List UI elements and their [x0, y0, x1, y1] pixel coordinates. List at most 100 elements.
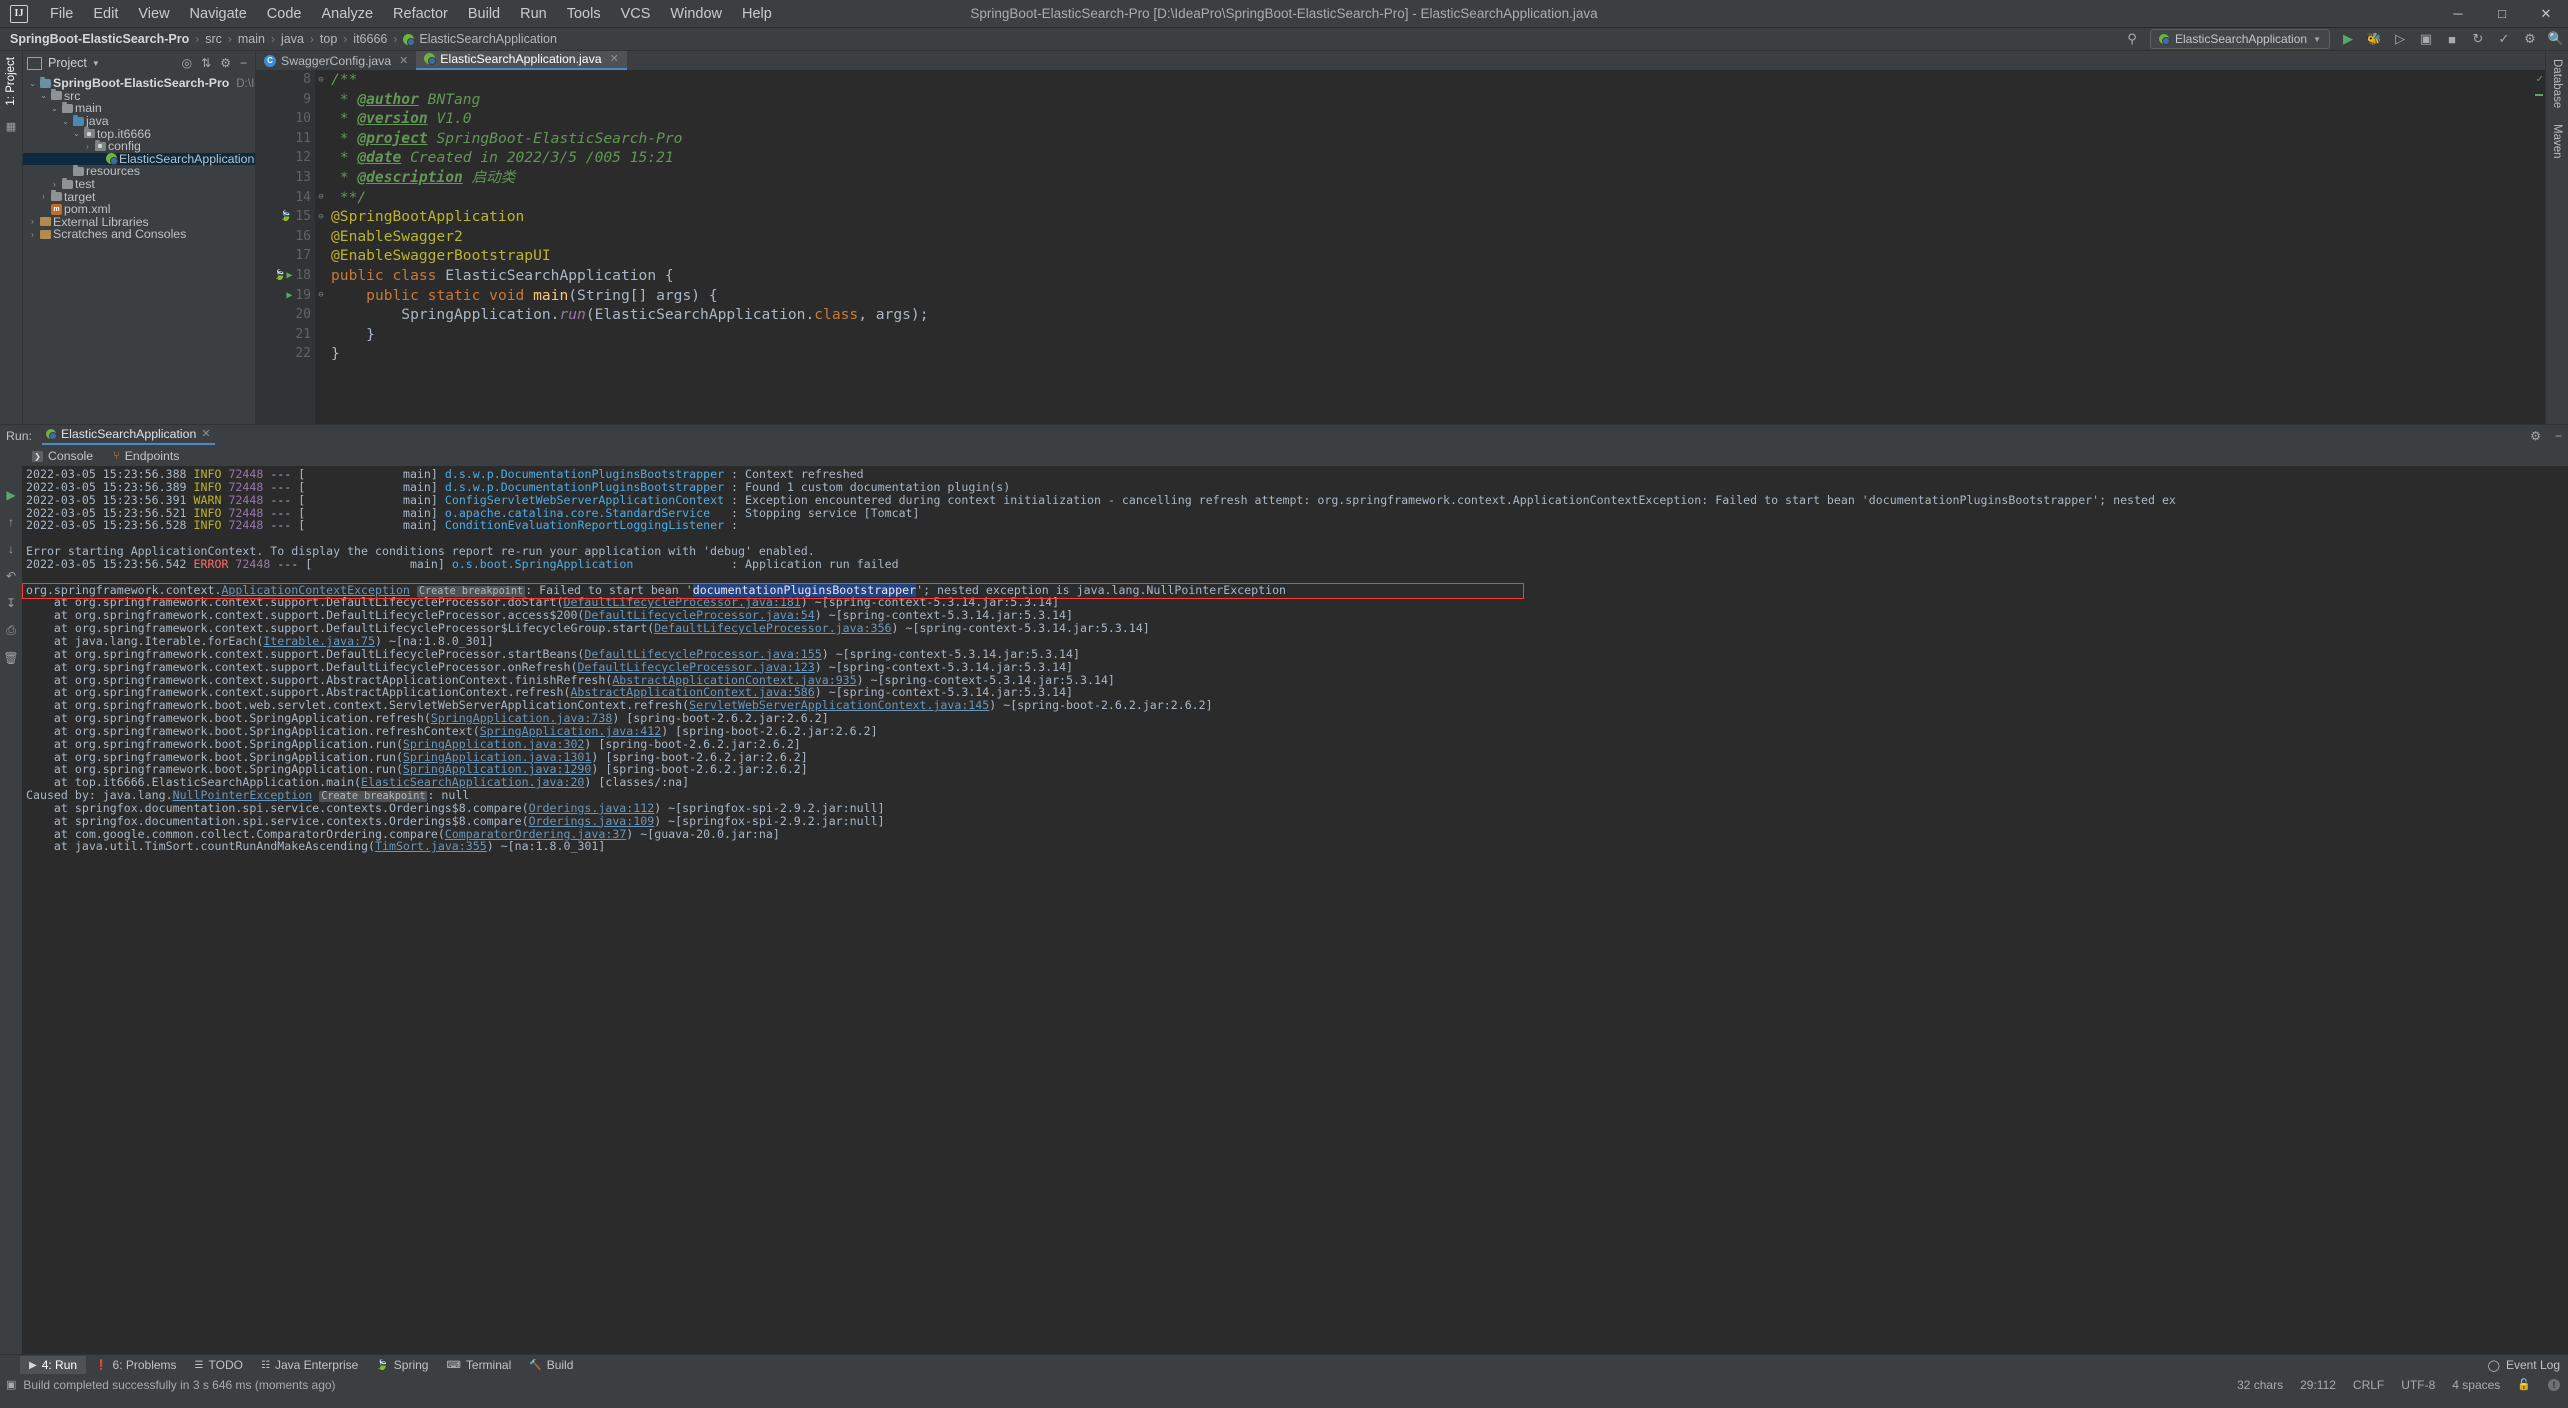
navbar-actions[interactable]: ⚲ ElasticSearchApplication ▼ ▶ 🐝 ▷ ▣ ■ ↻… — [2124, 29, 2564, 49]
toolwindow-6-problems[interactable]: ❗ 6: Problems — [86, 1356, 185, 1374]
window-controls[interactable]: ─ □ ✕ — [2436, 0, 2568, 27]
console-actions-rail[interactable]: ▶ ↑ ↓ ↶ ↧ ⎙ 🗑 — [0, 466, 22, 1354]
code-line-19[interactable]: public static void main(String[] args) { — [331, 286, 2532, 306]
stacktrace-source-link[interactable]: DefaultLifecycleProcessor.java:123 — [577, 660, 814, 674]
tree-item-resources[interactable]: resources — [23, 164, 255, 178]
tool-window-bar[interactable]: ▶ 4: Run ❗ 6: Problems ☰ TODO ☷ Java Enterprise… — [0, 1354, 2568, 1375]
toolwindow-4-run[interactable]: ▶ 4: Run — [20, 1356, 87, 1374]
menu-item-tools[interactable]: Tools — [557, 3, 611, 25]
toolwindow-todo[interactable]: ☰ TODO — [186, 1356, 252, 1374]
menu-item-run[interactable]: Run — [510, 3, 557, 25]
gutter-line-16[interactable]: 16 — [256, 227, 315, 247]
scroll-up-icon[interactable]: ↑ — [8, 515, 14, 529]
chevron-down-icon[interactable]: ⌄ — [49, 104, 60, 113]
stacktrace-source-link[interactable]: DefaultLifecycleProcessor.java:356 — [654, 621, 891, 635]
menu-item-refactor[interactable]: Refactor — [383, 3, 458, 25]
code-line-13[interactable]: * @description 启动类 — [331, 168, 2532, 188]
code-editor[interactable]: 8 9 10 11 12 13 14 🍃 15 16 17 🍃▶ 18 ▶ 19 20 21 22 ⊖ ⊖ ⊖ ⊖ /*… — [256, 70, 2545, 424]
tree-item-elasticsearchapplication[interactable]: ElasticSearchApplication — [23, 152, 255, 166]
code-line-20[interactable]: SpringApplication.run(ElasticSearchAppli… — [331, 305, 2532, 325]
console-scrollbar[interactable] — [2555, 466, 2568, 1354]
close-icon[interactable]: ✕ — [610, 52, 619, 65]
toolwindow-terminal[interactable]: ⌨ Terminal — [437, 1356, 520, 1374]
code-line-22[interactable]: } — [331, 344, 2532, 364]
console-subtab-console[interactable]: ❯ Console — [22, 449, 103, 463]
chevron-down-icon[interactable]: ⌄ — [71, 129, 82, 138]
indent-setting[interactable]: 4 spaces — [2452, 1378, 2500, 1392]
main-menu-bar[interactable]: File Edit View Navigate Code Analyze Refactor B… — [40, 3, 782, 25]
gutter-line-9[interactable]: 9 — [256, 90, 315, 110]
toolwindow-spring[interactable]: 🍃 Spring — [367, 1356, 437, 1374]
tree-item-top-it6666[interactable]: ⌄ top.it6666 — [23, 127, 255, 141]
tree-item-springboot-elasticsearch-pro[interactable]: ⌄SpringBoot-ElasticSearch-ProD:\IdeaPro\… — [23, 76, 255, 90]
tree-item-external-libraries[interactable]: › External Libraries — [23, 215, 255, 229]
chevron-down-icon[interactable]: ⌄ — [38, 91, 49, 100]
hide-panel-icon[interactable]: − — [240, 56, 247, 70]
breadcrumb-item-java[interactable]: java — [281, 32, 304, 46]
run-tab[interactable]: ElasticSearchApplication ✕ — [41, 427, 215, 445]
gutter-line-10[interactable]: 10 — [256, 109, 315, 129]
gutter-line-18[interactable]: 🍃▶ 18 — [256, 266, 315, 286]
run-class-icon[interactable]: 🍃▶ — [274, 266, 292, 286]
gutter-line-14[interactable]: 14 — [256, 188, 315, 208]
menu-item-analyze[interactable]: Analyze — [311, 3, 383, 25]
code-line-17[interactable]: @EnableSwaggerBootstrapUI — [331, 246, 2532, 266]
stacktrace-source-link[interactable]: ElasticSearchApplication.java:20 — [361, 775, 584, 789]
run-button[interactable]: ▶ — [2340, 31, 2356, 47]
tree-item-config[interactable]: › config — [23, 139, 255, 153]
editor-gutter[interactable]: 8 9 10 11 12 13 14 🍃 15 16 17 🍃▶ 18 ▶ 19 20 21 22 — [256, 70, 315, 424]
gear-icon[interactable]: ⚙ — [2522, 31, 2538, 47]
breadcrumb-item-elasticsearchapplication[interactable]: ElasticSearchApplication — [403, 32, 557, 46]
gutter-line-19[interactable]: ▶ 19 — [256, 286, 315, 306]
toolwindow-build[interactable]: 🔨 Build — [520, 1356, 582, 1374]
breadcrumb[interactable]: SpringBoot-ElasticSearch-Pro › src › main › ja… — [10, 32, 557, 46]
close-icon[interactable]: ✕ — [201, 427, 210, 440]
close-icon[interactable]: ✕ — [399, 54, 408, 67]
tree-item-target[interactable]: › target — [23, 190, 255, 204]
fold-toggle-icon[interactable]: ⊖ — [315, 286, 327, 306]
editor-tab-bar[interactable]: C SwaggerConfig.java ✕ ElasticSearchApplica… — [256, 49, 2545, 70]
exception-class-link[interactable]: NullPointerException — [173, 788, 313, 802]
code-line-18[interactable]: public class ElasticSearchApplication { — [331, 266, 2532, 286]
debug-button[interactable]: 🐝 — [2366, 31, 2382, 47]
notification-icon[interactable]: ! — [2548, 1378, 2560, 1391]
rail-item-maven[interactable]: Maven — [2551, 124, 2563, 159]
file-encoding[interactable]: UTF-8 — [2401, 1378, 2435, 1392]
breadcrumb-item-it6666[interactable]: it6666 — [353, 32, 387, 46]
gutter-line-17[interactable]: 17 — [256, 246, 315, 266]
line-separator[interactable]: CRLF — [2353, 1378, 2384, 1392]
trash-icon[interactable]: 🗑 — [3, 651, 18, 665]
chevron-right-icon[interactable]: › — [27, 230, 38, 239]
tree-item-pom-xml[interactable]: m pom.xml — [23, 202, 255, 216]
event-log-button[interactable]: ◯ Event Log — [2488, 1358, 2560, 1372]
menu-item-help[interactable]: Help — [732, 3, 782, 25]
tool-window-items[interactable]: ▶ 4: Run ❗ 6: Problems ☰ TODO ☷ Java Enterprise… — [20, 1356, 582, 1374]
chevron-down-icon[interactable]: ▼ — [2313, 35, 2321, 44]
unlocked-icon[interactable]: 🔓 — [2517, 1378, 2531, 1391]
breadcrumb-item-top[interactable]: top — [320, 32, 337, 46]
gutter-line-11[interactable]: 11 — [256, 129, 315, 149]
chevron-down-icon[interactable]: ▼ — [92, 59, 100, 68]
fold-column[interactable]: ⊖ ⊖ ⊖ ⊖ — [315, 70, 327, 424]
tree-item-test[interactable]: › test — [23, 177, 255, 191]
editor-tab-swaggerconfig-java[interactable]: C SwaggerConfig.java ✕ — [256, 51, 416, 70]
code-line-21[interactable]: } — [331, 325, 2532, 345]
breadcrumb-item-main[interactable]: main — [238, 32, 265, 46]
profile-button[interactable]: ▣ — [2418, 31, 2434, 47]
gutter-line-15[interactable]: 🍃 15 — [256, 207, 315, 227]
gutter-line-13[interactable]: 13 — [256, 168, 315, 188]
code-line-12[interactable]: * @date Created in 2022/3/5 /005 15:21 — [331, 148, 2532, 168]
exception-class-link[interactable]: ApplicationContextException — [221, 583, 409, 597]
commit-icon[interactable]: ✓ — [2496, 31, 2512, 47]
scroll-to-end-icon[interactable]: ↧ — [6, 596, 16, 610]
gear-icon[interactable]: ⚙ — [2530, 429, 2541, 443]
left-tool-rail[interactable]: 1: Project ▦ — [0, 51, 23, 424]
code-line-9[interactable]: * @author BNTang — [331, 90, 2532, 110]
console-output[interactable]: 2022-03-05 15:23:56.388 INFO 72448 --- [… — [22, 466, 2555, 1354]
create-breakpoint-button[interactable]: Create breakpoint — [416, 585, 526, 597]
chevron-right-icon[interactable]: › — [38, 192, 49, 201]
tree-item-java[interactable]: ⌄ java — [23, 114, 255, 128]
stacktrace-source-link[interactable]: Orderings.java:112 — [529, 801, 655, 815]
rail-item-project[interactable]: 1: Project — [5, 57, 17, 106]
gutter-line-20[interactable]: 20 — [256, 305, 315, 325]
